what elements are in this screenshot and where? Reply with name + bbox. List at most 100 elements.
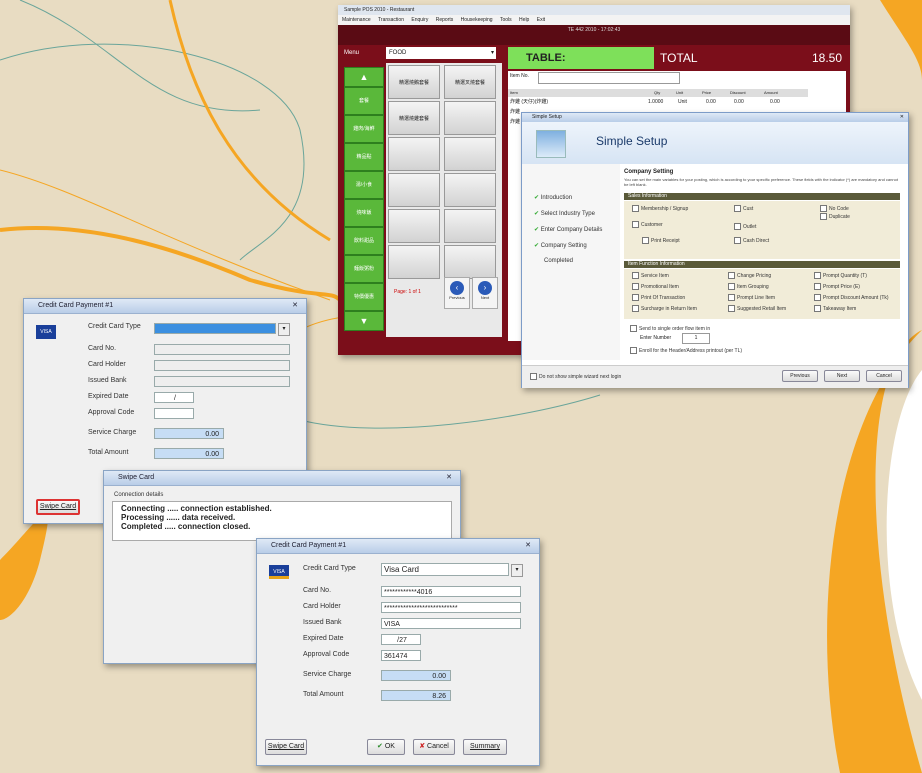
checkbox[interactable]: Cash Direct [734, 237, 769, 244]
item-cell[interactable] [444, 209, 496, 243]
scroll-up-button[interactable]: ▲ [344, 67, 384, 87]
card-type-select[interactable]: Visa Card [381, 563, 509, 576]
close-icon[interactable]: ✕ [521, 539, 535, 553]
step-item: Completed [544, 258, 574, 264]
checkbox[interactable]: Prompt Price (E) [814, 283, 860, 290]
cell: 0.00 [734, 99, 744, 105]
card-type-select[interactable] [154, 323, 276, 334]
item-cell[interactable] [388, 245, 440, 279]
checkbox[interactable]: Membership / Signup [632, 205, 688, 212]
scroll-down-button[interactable]: ▼ [344, 311, 384, 331]
checkbox[interactable]: Outlet [734, 223, 756, 230]
item-cell[interactable] [388, 173, 440, 207]
card-no-field[interactable]: ************4016 [381, 586, 521, 597]
item-cell[interactable] [444, 137, 496, 171]
category-button[interactable]: 燒味飯 [344, 199, 384, 227]
checkbox[interactable]: Prompt Quantity (T) [814, 272, 867, 279]
menu-help[interactable]: Help [519, 17, 529, 23]
checkbox[interactable]: Print Of Transaction [632, 294, 685, 301]
item-no-input[interactable] [538, 72, 680, 84]
pos-menu-bar: Maintenance Transaction Enquiry Reports … [338, 15, 850, 25]
checkbox[interactable]: Surcharge in Return Item [632, 305, 697, 312]
card-holder-field[interactable] [154, 360, 290, 371]
next-button[interactable]: Next [824, 370, 860, 382]
menu-maintenance[interactable]: Maintenance [342, 17, 371, 23]
checkbox[interactable]: Cust [734, 205, 753, 212]
item-cell[interactable] [388, 137, 440, 171]
menu-tools[interactable]: Tools [500, 17, 512, 23]
check-icon: ✔ [534, 195, 541, 201]
menu-housekeeping[interactable]: Housekeeping [461, 17, 493, 23]
chevron-down-icon[interactable]: ▾ [278, 323, 290, 336]
setup-footer: Do not show simple wizard next login Pre… [522, 365, 908, 388]
next-button[interactable]: › Next [472, 277, 498, 309]
category-button[interactable]: 麵飯粥粉 [344, 255, 384, 283]
previous-icon: ‹ [450, 281, 464, 295]
checkbox[interactable]: Duplicate [820, 213, 850, 220]
item-cell[interactable]: 精選燒鵝套餐 [388, 65, 440, 99]
checkbox[interactable]: Service Item [632, 272, 669, 279]
close-icon[interactable]: ✕ [900, 113, 904, 122]
menu-exit[interactable]: Exit [537, 17, 545, 23]
checkbox[interactable]: No Code [820, 205, 849, 212]
cancel-button[interactable]: ✘ Cancel [413, 739, 455, 755]
category-button[interactable]: 套餐 [344, 87, 384, 115]
menu-transaction[interactable]: Transaction [378, 17, 404, 23]
approval-code-field[interactable] [154, 408, 194, 419]
close-icon[interactable]: ✕ [442, 471, 456, 485]
checkbox[interactable]: Item Grouping [728, 283, 769, 290]
previous-button[interactable]: ‹ Previous [444, 277, 470, 309]
chevron-down-icon[interactable]: ▾ [511, 564, 523, 577]
checkbox[interactable]: Send to single order flow item in [630, 325, 710, 332]
expired-date-field[interactable]: / [154, 392, 194, 403]
previous-button[interactable]: Previous [782, 370, 818, 382]
checkbox[interactable]: Suggested Retail Item [728, 305, 786, 312]
item-cell[interactable] [444, 173, 496, 207]
card-holder-field[interactable]: *************************** [381, 602, 521, 613]
table-row[interactable]: 炸雞 [510, 118, 520, 125]
checkbox[interactable]: Enroll for the Header/Address printout (… [630, 347, 742, 354]
menu-enquiry[interactable]: Enquiry [411, 17, 428, 23]
issued-bank-field[interactable]: VISA [381, 618, 521, 629]
category-select[interactable]: FOOD ▾ [386, 47, 496, 59]
checkbox[interactable]: Prompt Discount Amount (Tk) [814, 294, 889, 301]
card-no-field[interactable] [154, 344, 290, 355]
menu-reports[interactable]: Reports [436, 17, 454, 23]
item-cell[interactable] [444, 245, 496, 279]
category-button[interactable]: 精品點 [344, 143, 384, 171]
item-cell[interactable]: 精選燒雞套餐 [388, 101, 440, 135]
number-input[interactable]: 1 [682, 333, 710, 344]
checkbox[interactable]: Customer [632, 221, 663, 228]
checkbox[interactable]: Takeaway Item [814, 305, 856, 312]
swipe-card-button[interactable]: Swipe Card [36, 499, 80, 515]
expired-date-field[interactable]: /27 [381, 634, 421, 645]
item-cell[interactable] [388, 209, 440, 243]
option-sub-label: Enter Number [640, 335, 672, 341]
ok-button[interactable]: ✔ OK [367, 739, 405, 755]
close-icon[interactable]: ✕ [288, 299, 302, 313]
cell: Unit [678, 99, 687, 105]
item-cell[interactable]: 精選叉燒套餐 [444, 65, 496, 99]
cancel-button[interactable]: Cancel [866, 370, 902, 382]
approval-code-field[interactable]: 361474 [381, 650, 421, 661]
cell: 1.0000 [648, 99, 664, 105]
swipe-card-button[interactable]: Swipe Card [265, 739, 307, 755]
service-charge-field: 0.00 [154, 428, 224, 439]
checkbox[interactable]: Promotional Item [632, 283, 679, 290]
category-button[interactable]: 湯/小食 [344, 171, 384, 199]
category-button[interactable]: 雞肉/海鮮 [344, 115, 384, 143]
checkbox[interactable]: Print Receipt [642, 237, 680, 244]
checkbox[interactable]: Prompt Line Item [728, 294, 775, 301]
log-line: Processing ...... data received. [121, 513, 236, 522]
table-row[interactable]: 炸雞 [510, 108, 520, 115]
summary-button[interactable]: Summary [463, 739, 507, 755]
category-button[interactable]: 飲料甜品 [344, 227, 384, 255]
checkbox[interactable]: Do not show simple wizard next login [530, 373, 621, 380]
category-button[interactable]: 特價優惠 [344, 283, 384, 311]
total-display: TOTAL 18.50 [656, 47, 846, 69]
issued-bank-field[interactable] [154, 376, 290, 387]
table-row[interactable]: 炸雞 (天仔)(炸雞) 1.0000 Unit 0.00 0.00 0.00 [508, 98, 808, 106]
step-item: ✔ Enter Company Details [534, 227, 603, 233]
item-cell[interactable] [444, 101, 496, 135]
checkbox[interactable]: Change Pricing [728, 272, 771, 279]
